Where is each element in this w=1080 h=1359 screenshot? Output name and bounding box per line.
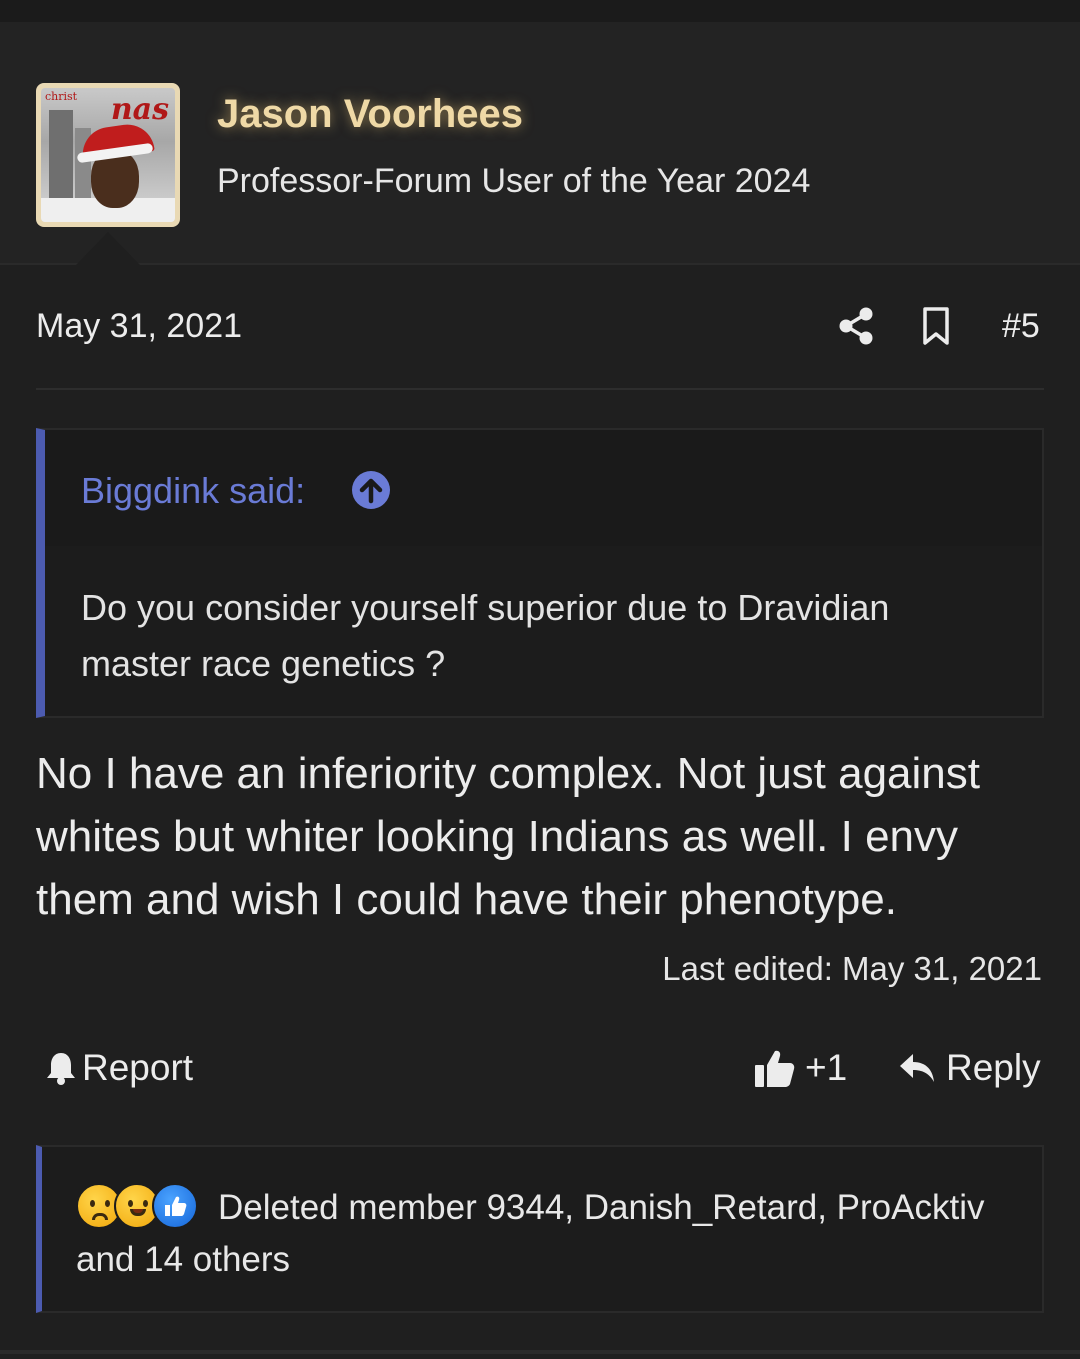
reaction-users[interactable]: Deleted member 9344, Danish_Retard, ProA… [76, 1188, 984, 1279]
avatar-image: christ nas [41, 88, 175, 222]
reactions-bar[interactable]: Deleted member 9344, Danish_Retard, ProA… [36, 1145, 1044, 1313]
avatar[interactable]: christ nas [36, 83, 180, 227]
thumbs-up-icon [755, 1050, 795, 1087]
quote-author[interactable]: Biggdink said: [81, 470, 305, 512]
post-date[interactable]: May 31, 2021 [36, 307, 242, 346]
avatar-logo-text: nas [110, 92, 169, 127]
bottom-divider [0, 1350, 1080, 1354]
avatar-small-text: christ [45, 90, 78, 103]
like-button[interactable]: +1 [753, 1046, 847, 1090]
header-pointer [76, 232, 140, 265]
quote-text: Do you consider yourself superior due to… [81, 587, 890, 684]
bookmark-icon[interactable] [920, 306, 952, 346]
share-icon[interactable] [838, 306, 874, 346]
reply-button[interactable]: Reply [898, 1046, 1041, 1090]
user-title: Professor-Forum User of the Year 2024 [217, 162, 811, 200]
top-bar [0, 0, 1080, 22]
post-user-header: christ nas Jason Voorhees Professor-Foru… [0, 22, 1080, 265]
avatar-building [49, 110, 73, 198]
username[interactable]: Jason Voorhees [217, 92, 523, 137]
reply-arrow-icon [900, 1054, 934, 1082]
reaction-text[interactable]: Deleted member 9344, Danish_Retard, ProA… [76, 1182, 1026, 1286]
like-label: +1 [805, 1047, 848, 1088]
arrow-up-circle-icon[interactable] [351, 470, 391, 510]
post-message: No I have an inferiority complex. Not ju… [36, 749, 981, 924]
bell-icon [47, 1053, 75, 1085]
report-label: Report [82, 1047, 194, 1088]
post-number[interactable]: #5 [1002, 307, 1040, 346]
reply-label: Reply [946, 1047, 1041, 1088]
last-edited: Last edited: May 31, 2021 [662, 950, 1042, 987]
report-button[interactable]: Report [44, 1046, 193, 1090]
divider [36, 388, 1044, 390]
quote-block: Biggdink said: Do you consider yourself … [36, 428, 1044, 718]
